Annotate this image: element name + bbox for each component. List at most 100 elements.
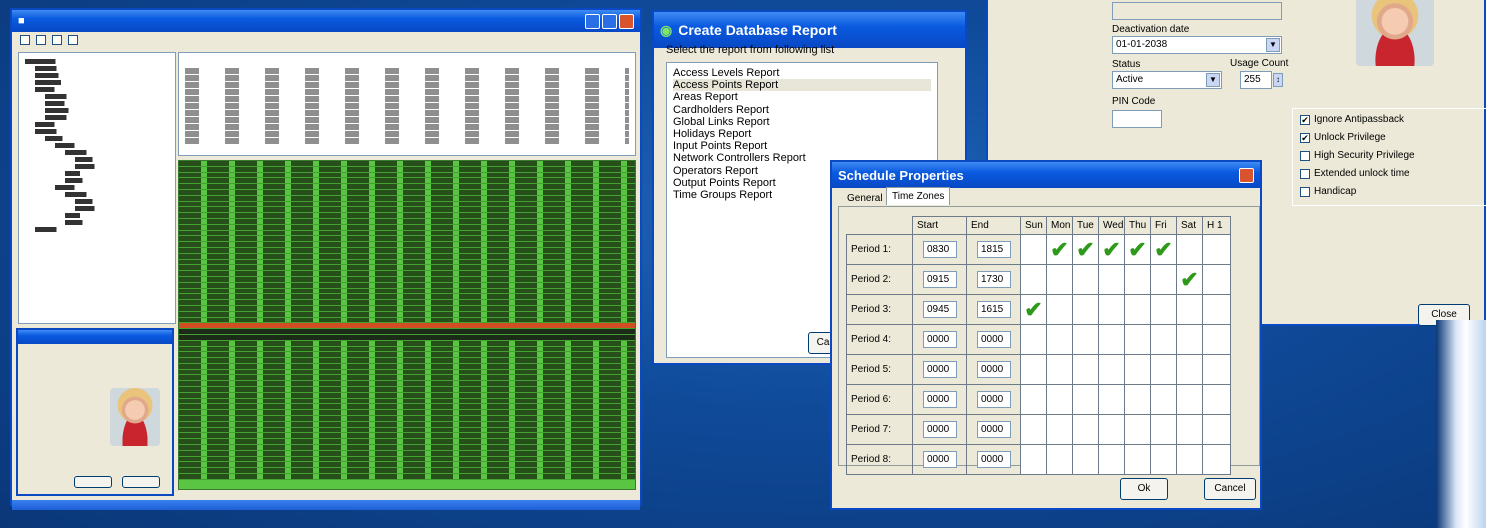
day-cell[interactable]: [1098, 324, 1125, 355]
day-cell[interactable]: [1020, 384, 1047, 415]
period-start-field[interactable]: 0000: [923, 451, 957, 468]
minimize-button[interactable]: [585, 13, 600, 29]
day-cell[interactable]: [1046, 264, 1073, 295]
period-start-field[interactable]: 0000: [923, 331, 957, 348]
chevron-down-icon[interactable]: ▼: [1266, 38, 1280, 52]
day-cell[interactable]: ✔: [1176, 264, 1203, 295]
day-cell[interactable]: [1020, 414, 1047, 445]
day-cell[interactable]: [1150, 414, 1177, 445]
day-cell[interactable]: [1072, 294, 1099, 325]
toolbar-tool-icon[interactable]: [20, 35, 30, 45]
day-cell[interactable]: [1176, 444, 1203, 475]
period-start-field[interactable]: 0000: [923, 391, 957, 408]
report-list-item[interactable]: Cardholders Report: [673, 104, 931, 116]
day-cell[interactable]: [1124, 324, 1151, 355]
period-end-field[interactable]: 0000: [977, 391, 1011, 408]
day-cell[interactable]: [1072, 264, 1099, 295]
period-start-field[interactable]: 0915: [923, 271, 957, 288]
day-cell[interactable]: [1098, 414, 1125, 445]
day-cell[interactable]: [1098, 444, 1125, 475]
close-button[interactable]: [619, 13, 634, 29]
day-cell[interactable]: [1098, 354, 1125, 385]
ok-button[interactable]: Ok: [1120, 478, 1168, 500]
period-start-field[interactable]: 0830: [923, 241, 957, 258]
day-cell[interactable]: ✔: [1150, 234, 1177, 265]
day-cell[interactable]: [1124, 414, 1151, 445]
day-cell[interactable]: [1150, 384, 1177, 415]
event-log-row[interactable]: [179, 474, 635, 480]
day-cell[interactable]: [1072, 444, 1099, 475]
popup-titlebar[interactable]: [18, 330, 172, 344]
main-titlebar[interactable]: ■: [12, 10, 640, 32]
device-tree[interactable]: [18, 52, 176, 324]
day-cell[interactable]: [1020, 234, 1047, 265]
day-cell[interactable]: [1124, 384, 1151, 415]
period-end-field[interactable]: 0000: [977, 451, 1011, 468]
day-cell[interactable]: [1176, 384, 1203, 415]
day-cell[interactable]: ✔: [1124, 234, 1151, 265]
day-cell[interactable]: [1124, 444, 1151, 475]
day-cell[interactable]: [1150, 264, 1177, 295]
period-end-field[interactable]: 0000: [977, 421, 1011, 438]
day-cell[interactable]: [1202, 384, 1231, 415]
deactivation-date-field[interactable]: 01-01-2038: [1112, 36, 1282, 54]
day-cell[interactable]: [1072, 354, 1099, 385]
day-cell[interactable]: [1202, 264, 1231, 295]
day-cell[interactable]: [1046, 354, 1073, 385]
pin-code-field[interactable]: [1112, 110, 1162, 128]
day-cell[interactable]: [1124, 294, 1151, 325]
chevron-down-icon[interactable]: ▼: [1206, 73, 1220, 87]
day-cell[interactable]: ✔: [1072, 234, 1099, 265]
day-cell[interactable]: [1020, 264, 1047, 295]
schedule-titlebar[interactable]: Schedule Properties: [832, 162, 1260, 188]
day-cell[interactable]: [1150, 294, 1177, 325]
day-cell[interactable]: [1046, 414, 1073, 445]
day-cell[interactable]: [1098, 264, 1125, 295]
day-cell[interactable]: [1046, 444, 1073, 475]
day-cell[interactable]: [1098, 294, 1125, 325]
day-cell[interactable]: [1020, 324, 1047, 355]
period-end-field[interactable]: 0000: [977, 331, 1011, 348]
day-cell[interactable]: [1124, 264, 1151, 295]
report-list-item[interactable]: Holidays Report: [673, 128, 931, 140]
day-cell[interactable]: [1020, 444, 1047, 475]
day-cell[interactable]: [1072, 414, 1099, 445]
day-cell[interactable]: [1202, 324, 1231, 355]
period-end-field[interactable]: 1730: [977, 271, 1011, 288]
period-start-field[interactable]: 0000: [923, 361, 957, 378]
usage-count-field[interactable]: 255: [1240, 71, 1272, 89]
activation-field[interactable]: [1112, 2, 1282, 20]
day-cell[interactable]: [1176, 414, 1203, 445]
day-cell[interactable]: [1072, 324, 1099, 355]
day-cell[interactable]: [1176, 234, 1203, 265]
report-list-item[interactable]: Global Links Report: [673, 116, 931, 128]
day-cell[interactable]: [1020, 354, 1047, 385]
day-cell[interactable]: [1124, 354, 1151, 385]
day-cell[interactable]: [1202, 294, 1231, 325]
day-cell[interactable]: ✔: [1046, 234, 1073, 265]
report-list-item[interactable]: Areas Report: [673, 91, 931, 103]
popup-button[interactable]: [74, 476, 112, 488]
day-cell[interactable]: [1098, 384, 1125, 415]
report-list-item[interactable]: Access Levels Report: [673, 67, 931, 79]
day-cell[interactable]: [1150, 354, 1177, 385]
report-list-item[interactable]: Input Points Report: [673, 140, 931, 152]
day-cell[interactable]: [1046, 324, 1073, 355]
day-cell[interactable]: [1072, 384, 1099, 415]
cardholder-list[interactable]: [178, 52, 636, 156]
day-cell[interactable]: [1176, 354, 1203, 385]
report-list-item[interactable]: Access Points Report: [673, 79, 931, 92]
day-cell[interactable]: ✔: [1098, 234, 1125, 265]
tab-general[interactable]: General: [842, 190, 888, 207]
cancel-button[interactable]: Cancel: [1204, 478, 1256, 500]
taskbar[interactable]: [12, 500, 640, 510]
day-cell[interactable]: [1046, 384, 1073, 415]
day-cell[interactable]: ✔: [1020, 294, 1047, 325]
period-start-field[interactable]: 0000: [923, 421, 957, 438]
spinner-icon[interactable]: ↕: [1273, 73, 1283, 87]
day-cell[interactable]: [1046, 294, 1073, 325]
day-cell[interactable]: [1202, 234, 1231, 265]
toolbar-tool-icon[interactable]: [36, 35, 46, 45]
day-cell[interactable]: [1176, 294, 1203, 325]
event-log[interactable]: [178, 160, 636, 490]
